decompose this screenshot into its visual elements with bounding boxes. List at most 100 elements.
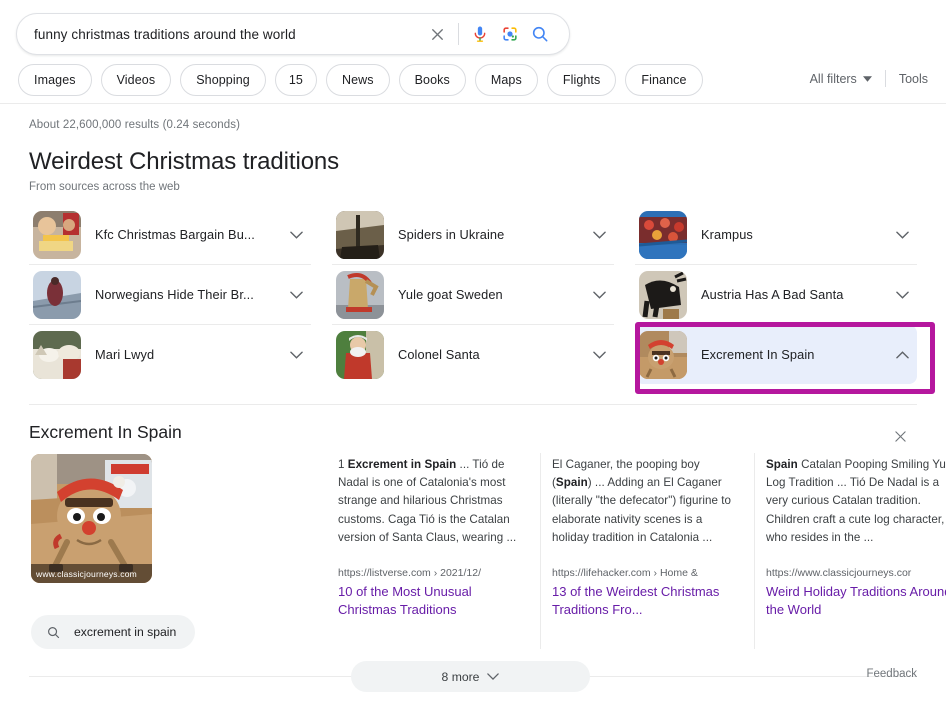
expand-chevron[interactable] (891, 291, 913, 299)
snippet-bold: Excrement in Spain (348, 458, 457, 471)
tradition-label: Spiders in Ukraine (398, 227, 588, 242)
chevron-up-icon (896, 351, 909, 359)
voice-search-button[interactable] (465, 19, 495, 49)
expand-chevron[interactable] (285, 351, 307, 359)
tradition-row-colonel-santa[interactable]: Colonel Santa (332, 325, 614, 384)
traditions-grid: Kfc Christmas Bargain Bu... Norwegians H… (29, 205, 917, 384)
tradition-label: Mari Lwyd (95, 347, 285, 362)
related-search-chip[interactable]: excrement in spain (31, 615, 195, 649)
traditions-column-2: Spiders in Ukraine Yule goat Sweden (332, 205, 614, 384)
detail-panel-image[interactable]: www.classicjourneys.com (31, 454, 152, 583)
filter-chip-maps[interactable]: Maps (475, 64, 538, 96)
detail-card-url: https://www.classicjourneys.cor (766, 567, 946, 579)
filter-chip-news[interactable]: News (326, 64, 390, 96)
search-bar-divider (458, 23, 459, 45)
feedback-link[interactable]: Feedback (866, 668, 917, 680)
detail-card-1: 1 Excrement in Spain ... Tió de Nadal is… (338, 456, 540, 618)
collapse-chevron[interactable] (891, 351, 913, 359)
tradition-thumbnail (639, 211, 687, 259)
snippet-bold: Spain (556, 476, 588, 489)
tradition-thumbnail (639, 271, 687, 319)
show-more-label: 8 more (442, 670, 480, 684)
search-icon (46, 625, 61, 640)
expand-chevron[interactable] (285, 231, 307, 239)
tradition-label: Colonel Santa (398, 347, 588, 362)
tradition-row-excrement-in-spain[interactable]: Excrement In Spain (635, 325, 917, 384)
filter-chip-books[interactable]: Books (399, 64, 466, 96)
expand-chevron[interactable] (285, 291, 307, 299)
chevron-down-icon (896, 291, 909, 299)
expand-chevron[interactable] (588, 351, 610, 359)
detail-card-2: El Caganer, the pooping boy (Spain) ... … (540, 456, 754, 618)
detail-cards-row: 1 Excrement in Spain ... Tió de Nadal is… (338, 456, 946, 618)
detail-card-3: Spain Catalan Pooping Smiling Yule Log T… (754, 456, 946, 618)
search-submit-button[interactable] (525, 19, 555, 49)
chevron-down-icon (896, 231, 909, 239)
google-search-results-page: Images Videos Shopping 15 News Books Map… (0, 0, 946, 709)
tradition-label: Excrement In Spain (701, 347, 891, 362)
tradition-label: Austria Has A Bad Santa (701, 287, 891, 302)
chevron-down-icon (593, 231, 606, 239)
close-icon (892, 428, 909, 445)
filter-chip-images[interactable]: Images (18, 64, 92, 96)
tradition-thumbnail (639, 331, 687, 379)
related-search-label: excrement in spain (74, 625, 176, 639)
detail-card-snippet: 1 Excrement in Spain ... Tió de Nadal is… (338, 456, 528, 547)
chevron-down-icon (863, 76, 872, 82)
show-more-button[interactable]: 8 more (351, 661, 590, 692)
tradition-label: Norwegians Hide Their Br... (95, 287, 285, 302)
tools-button[interactable]: Tools (899, 72, 928, 86)
tradition-row-norwegians-hide-their-brooms[interactable]: Norwegians Hide Their Br... (29, 265, 311, 324)
detail-card-link[interactable]: 10 of the Most Unusual Christmas Traditi… (338, 583, 528, 618)
tradition-thumbnail (336, 211, 384, 259)
detail-panel-close-button[interactable] (888, 424, 912, 448)
detail-card-url: https://listverse.com › 2021/12/ (338, 567, 528, 579)
tradition-row-krampus[interactable]: Krampus (635, 205, 917, 264)
tradition-row-mari-lwyd[interactable]: Mari Lwyd (29, 325, 311, 384)
search-bar-container (16, 13, 570, 55)
result-stats: About 22,600,000 results (0.24 seconds) (29, 119, 240, 131)
filter-chip-finance[interactable]: Finance (625, 64, 702, 96)
search-icon (530, 24, 550, 44)
expand-chevron[interactable] (891, 231, 913, 239)
chevron-down-icon (593, 351, 606, 359)
traditions-column-1: Kfc Christmas Bargain Bu... Norwegians H… (29, 205, 311, 384)
card-separator (754, 453, 755, 649)
tradition-thumbnail (33, 211, 81, 259)
filter-chip-flights[interactable]: Flights (547, 64, 617, 96)
snippet-bold: Spain (766, 458, 798, 471)
tradition-thumbnail (336, 331, 384, 379)
image-credit: www.classicjourneys.com (31, 564, 152, 583)
filter-chip-shopping[interactable]: Shopping (180, 64, 266, 96)
tradition-row-austria-has-a-bad-santa[interactable]: Austria Has A Bad Santa (635, 265, 917, 324)
detail-card-link[interactable]: 13 of the Weirdest Christmas Traditions … (552, 583, 742, 618)
detail-panel-title: Excrement In Spain (29, 422, 182, 443)
chevron-down-icon (290, 291, 303, 299)
tradition-row-kfc-christmas-bargain-bucket[interactable]: Kfc Christmas Bargain Bu... (29, 205, 311, 264)
search-input[interactable] (17, 27, 422, 42)
chevron-down-icon (593, 291, 606, 299)
traditions-column-3: Krampus Austria Has A Bad Santa (635, 205, 917, 384)
all-filters-button[interactable]: All filters (810, 72, 872, 86)
tradition-row-spiders-in-ukraine[interactable]: Spiders in Ukraine (332, 205, 614, 264)
filter-chip-15[interactable]: 15 (275, 64, 317, 96)
tradition-row-yule-goat-sweden[interactable]: Yule goat Sweden (332, 265, 614, 324)
microphone-icon (470, 24, 490, 44)
clear-search-button[interactable] (422, 19, 452, 49)
google-lens-icon (500, 24, 520, 44)
tradition-thumbnail (33, 271, 81, 319)
filter-chip-videos[interactable]: Videos (101, 64, 172, 96)
tradition-thumbnail (336, 271, 384, 319)
tools-divider (885, 70, 886, 87)
detail-card-snippet: Spain Catalan Pooping Smiling Yule Log T… (766, 456, 946, 547)
expand-chevron[interactable] (588, 291, 610, 299)
search-bar[interactable] (16, 13, 570, 55)
filter-chip-bar: Images Videos Shopping 15 News Books Map… (18, 64, 703, 96)
header-bottom-divider (0, 103, 946, 104)
close-icon (428, 25, 447, 44)
detail-card-link[interactable]: Weird Holiday Traditions Around the Worl… (766, 583, 946, 618)
expand-chevron[interactable] (588, 231, 610, 239)
google-lens-button[interactable] (495, 19, 525, 49)
detail-panel-top-divider (29, 404, 917, 405)
card-separator (540, 453, 541, 649)
